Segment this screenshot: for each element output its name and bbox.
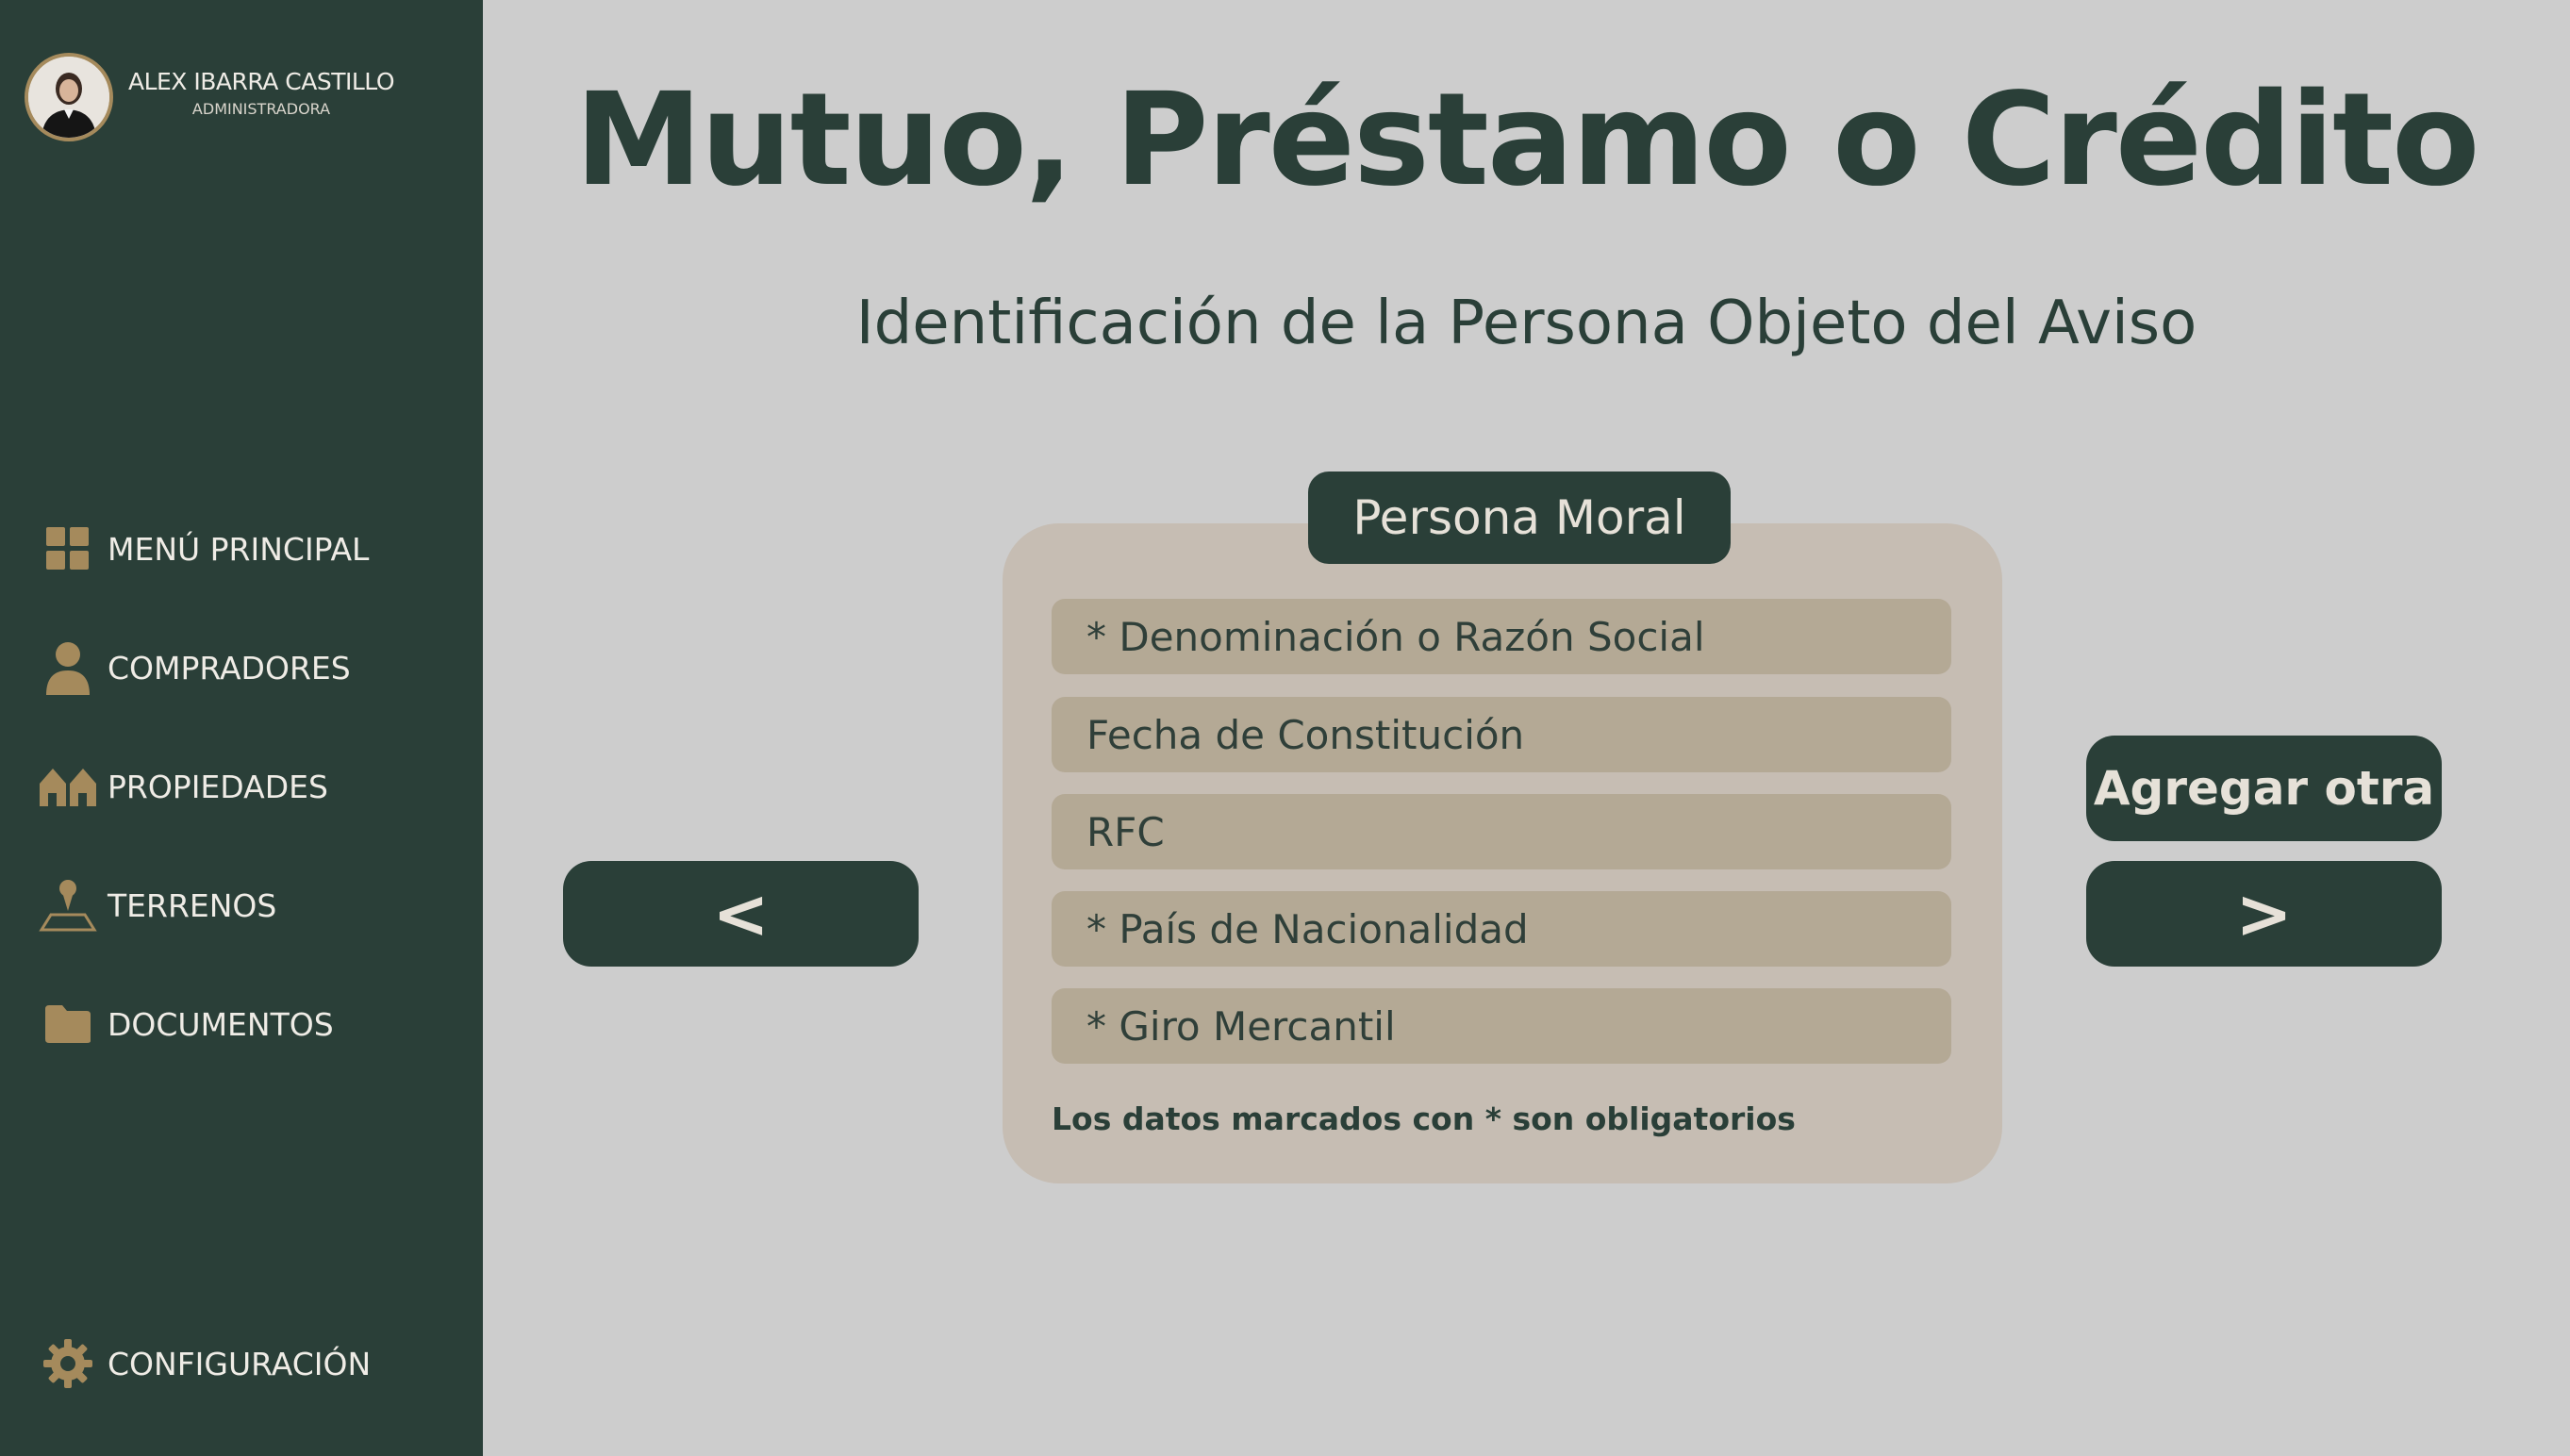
person-icon: [38, 637, 98, 698]
user-role: ADMINISTRADORA: [191, 100, 331, 118]
page-title: Mutuo, Préstamo o Crédito: [574, 66, 2480, 215]
pais-nacionalidad-field[interactable]: * País de Nacionalidad: [1052, 891, 1951, 967]
giro-mercantil-field[interactable]: * Giro Mercantil: [1052, 988, 1951, 1064]
fecha-constitucion-field[interactable]: Fecha de Constitución: [1052, 697, 1951, 772]
folder-icon: [38, 994, 98, 1054]
rfc-field[interactable]: RFC: [1052, 794, 1951, 869]
sidebar-item-label: TERRENOS: [108, 886, 277, 924]
avatar[interactable]: [25, 53, 113, 141]
sidebar-item-label: CONFIGURACIÓN: [108, 1345, 372, 1382]
tab-persona-moral[interactable]: Persona Moral: [1308, 472, 1731, 564]
denominacion-field[interactable]: * Denominación o Razón Social: [1052, 599, 1951, 674]
sidebar-item-propiedades[interactable]: PROPIEDADES: [38, 749, 453, 824]
required-fields-note: Los datos marcados con * son obligatorio…: [1052, 1100, 1796, 1137]
land-pin-icon: [38, 875, 98, 935]
next-button[interactable]: >: [2086, 861, 2442, 967]
sidebar-item-label: MENÚ PRINCIPAL: [108, 530, 370, 568]
sidebar-item-documentos[interactable]: DOCUMENTOS: [38, 986, 453, 1062]
sidebar-item-terrenos[interactable]: TERRENOS: [38, 868, 453, 943]
previous-button[interactable]: <: [563, 861, 919, 967]
houses-icon: [38, 756, 98, 817]
sidebar: ALEX IBARRA CASTILLO ADMINISTRADORA MENÚ…: [0, 0, 483, 1456]
user-photo-icon: [28, 57, 109, 138]
sidebar-item-label: PROPIEDADES: [108, 768, 328, 805]
sidebar-item-configuracion[interactable]: CONFIGURACIÓN: [38, 1326, 453, 1401]
sidebar-item-label: COMPRADORES: [108, 649, 351, 687]
sidebar-item-menu-principal[interactable]: MENÚ PRINCIPAL: [38, 511, 453, 587]
user-name: ALEX IBARRA CASTILLO: [127, 68, 395, 95]
add-another-button[interactable]: Agregar otra: [2086, 736, 2442, 841]
gear-icon: [38, 1333, 98, 1394]
sidebar-item-compradores[interactable]: COMPRADORES: [38, 630, 453, 705]
grid-icon: [38, 519, 98, 579]
page-subtitle: Identificación de la Persona Objeto del …: [855, 289, 2197, 358]
sidebar-item-label: DOCUMENTOS: [108, 1005, 334, 1043]
